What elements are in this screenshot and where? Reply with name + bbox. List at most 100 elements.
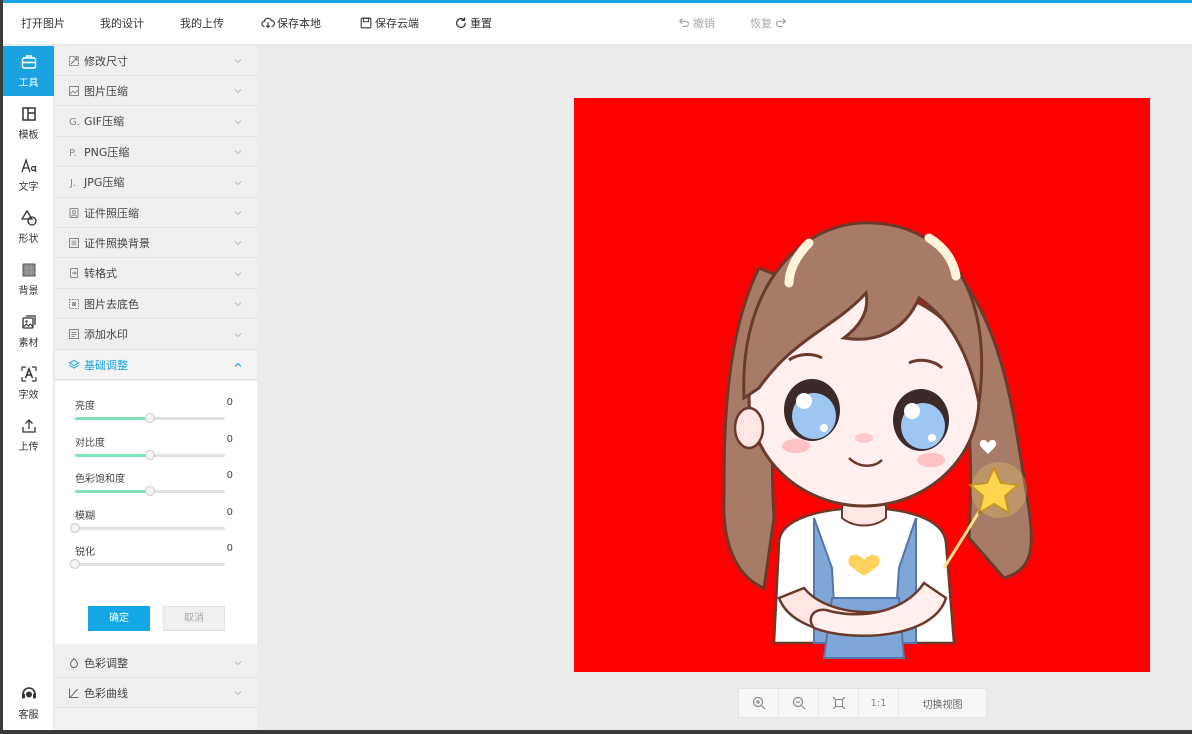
menu-item[interactable]: G. GIF压缩 <box>55 106 257 137</box>
text-effect-icon <box>20 366 37 382</box>
open-image-label: 打开图片 <box>21 17 65 30</box>
slider-thumb[interactable] <box>145 413 155 423</box>
menu-item-label: GIF压缩 <box>84 115 125 129</box>
slider-value: 0 <box>226 543 233 554</box>
slider-thumb[interactable] <box>145 449 155 460</box>
redo-label: 恢复 <box>750 17 772 30</box>
menu-item[interactable]: J. JPG压缩 <box>55 167 257 198</box>
curve-icon <box>68 687 80 699</box>
watermark-icon <box>68 328 80 340</box>
chevron-down-icon <box>234 211 242 216</box>
text-icon <box>20 157 36 173</box>
slider-thumb[interactable] <box>70 522 80 533</box>
slider-track[interactable] <box>75 449 225 460</box>
undo-button[interactable]: 撤销 <box>677 15 715 31</box>
tool-panel: 修改尺寸图片压缩 G. GIF压缩 P. PNG压缩 J. JPG压缩 证件照压缩 证件照换背景… <box>55 46 257 730</box>
save-cloud-label: 保存云端 <box>375 17 419 30</box>
menu-item[interactable]: P. PNG压缩 <box>55 137 257 168</box>
nav-label: 上传 <box>18 442 39 453</box>
slider-value: 0 <box>226 397 233 408</box>
undo-label: 撤销 <box>693 17 715 30</box>
background-icon <box>22 263 35 277</box>
open-image-button[interactable]: 打开图片 <box>21 15 65 31</box>
material-icon <box>21 315 36 329</box>
confirm-button[interactable]: 确定 <box>88 606 150 631</box>
my-designs-label: 我的设计 <box>100 17 144 30</box>
template-icon <box>21 107 36 121</box>
chevron-down-icon <box>234 332 242 337</box>
canvas-area: 1:1 切换视图 <box>257 46 1192 730</box>
cloud-download-icon <box>261 16 275 30</box>
slider-thumb[interactable] <box>145 486 155 496</box>
zoom-out-button[interactable] <box>779 688 819 718</box>
nav-label: 背景 <box>18 286 39 297</box>
menu-item[interactable]: 证件照换背景 <box>55 228 257 259</box>
chevron-up-icon <box>234 362 242 367</box>
zoom-out-icon <box>792 696 805 710</box>
shapes-icon <box>20 209 37 226</box>
undo-icon <box>677 16 691 30</box>
reset-button[interactable]: 重置 <box>454 15 492 31</box>
menu-item[interactable]: 转格式 <box>55 258 257 289</box>
nav-item-background[interactable]: 背景 <box>3 254 54 304</box>
nav-item-text[interactable]: 文字 <box>3 150 54 200</box>
floppy-icon <box>359 16 373 30</box>
my-designs-button[interactable]: 我的设计 <box>100 15 144 31</box>
menu-item-label: JPG压缩 <box>84 176 125 190</box>
chevron-down-icon <box>234 271 242 277</box>
nav-label: 客服 <box>18 710 39 721</box>
menu-item-color-adjust[interactable]: 色彩调整 <box>55 648 257 678</box>
convert-icon <box>68 267 80 279</box>
switch-view-button[interactable]: 切换视图 <box>899 688 986 718</box>
slider-value: 0 <box>226 470 233 481</box>
fit-screen-icon <box>832 696 845 710</box>
menu-item[interactable]: 图片去底色 <box>55 289 257 320</box>
layers-icon <box>68 359 80 371</box>
menu-item[interactable]: 添加水印 <box>55 319 257 350</box>
nav-item-tools[interactable]: 工具 <box>3 46 54 96</box>
save-cloud-button[interactable]: 保存云端 <box>359 15 419 31</box>
my-uploads-label: 我的上传 <box>180 17 224 30</box>
slider-track[interactable] <box>70 559 225 569</box>
actual-size-button[interactable]: 1:1 <box>859 688 899 718</box>
slider-track[interactable] <box>70 522 225 533</box>
save-local-button[interactable]: 保存本地 <box>261 15 321 31</box>
slider-track[interactable] <box>75 486 225 496</box>
fit-screen-button[interactable] <box>819 688 859 718</box>
slider-label: 锐化 <box>75 547 95 558</box>
nav-item-customer-service[interactable]: 客服 <box>3 678 54 728</box>
redo-button[interactable]: 恢复 <box>750 15 788 31</box>
slider-fill <box>75 490 150 493</box>
slider-value: 0 <box>226 433 233 445</box>
nav-label: 素材 <box>18 338 39 349</box>
nav-label: 文字 <box>18 182 39 193</box>
nav-item-material[interactable]: 素材 <box>3 306 54 356</box>
upload-icon <box>21 419 36 433</box>
nav-item-text-effect[interactable]: 字效 <box>3 358 54 408</box>
menu-item[interactable]: 证件照压缩 <box>55 198 257 228</box>
menu-item-label: 图片压缩 <box>84 84 128 98</box>
nav-item-upload[interactable]: 上传 <box>3 410 54 460</box>
menu-item[interactable]: 修改尺寸 <box>55 46 257 76</box>
nav-label: 模板 <box>18 130 39 141</box>
zoom-in-button[interactable] <box>739 688 779 718</box>
nav-item-templates[interactable]: 模板 <box>3 98 54 148</box>
top-toolbar: 打开图片 我的设计 我的上传 保存本地 保存云端 重置 撤销 恢复 <box>3 3 1192 45</box>
chevron-down-icon <box>234 180 242 185</box>
slider-thumb[interactable] <box>70 559 80 569</box>
nav-item-shapes[interactable]: 形状 <box>3 202 54 252</box>
menu-item-label: PNG压缩 <box>84 145 130 159</box>
menu-item[interactable]: 图片压缩 <box>55 76 257 107</box>
chevron-down-icon <box>234 119 242 125</box>
menu-item-label: 添加水印 <box>84 328 128 342</box>
nav-label: 工具 <box>18 78 39 89</box>
menu-item-color-curve[interactable]: 色彩曲线 <box>55 678 257 708</box>
artboard[interactable] <box>574 98 1150 672</box>
redo-icon <box>774 16 788 30</box>
chevron-down-icon <box>234 89 242 94</box>
slider-label: 色彩饱和度 <box>75 474 125 485</box>
cancel-button[interactable]: 取消 <box>163 606 225 631</box>
menu-item-basic-adjust[interactable]: 基础调整 <box>55 350 257 380</box>
slider-track[interactable] <box>75 413 225 423</box>
my-uploads-button[interactable]: 我的上传 <box>180 15 224 31</box>
